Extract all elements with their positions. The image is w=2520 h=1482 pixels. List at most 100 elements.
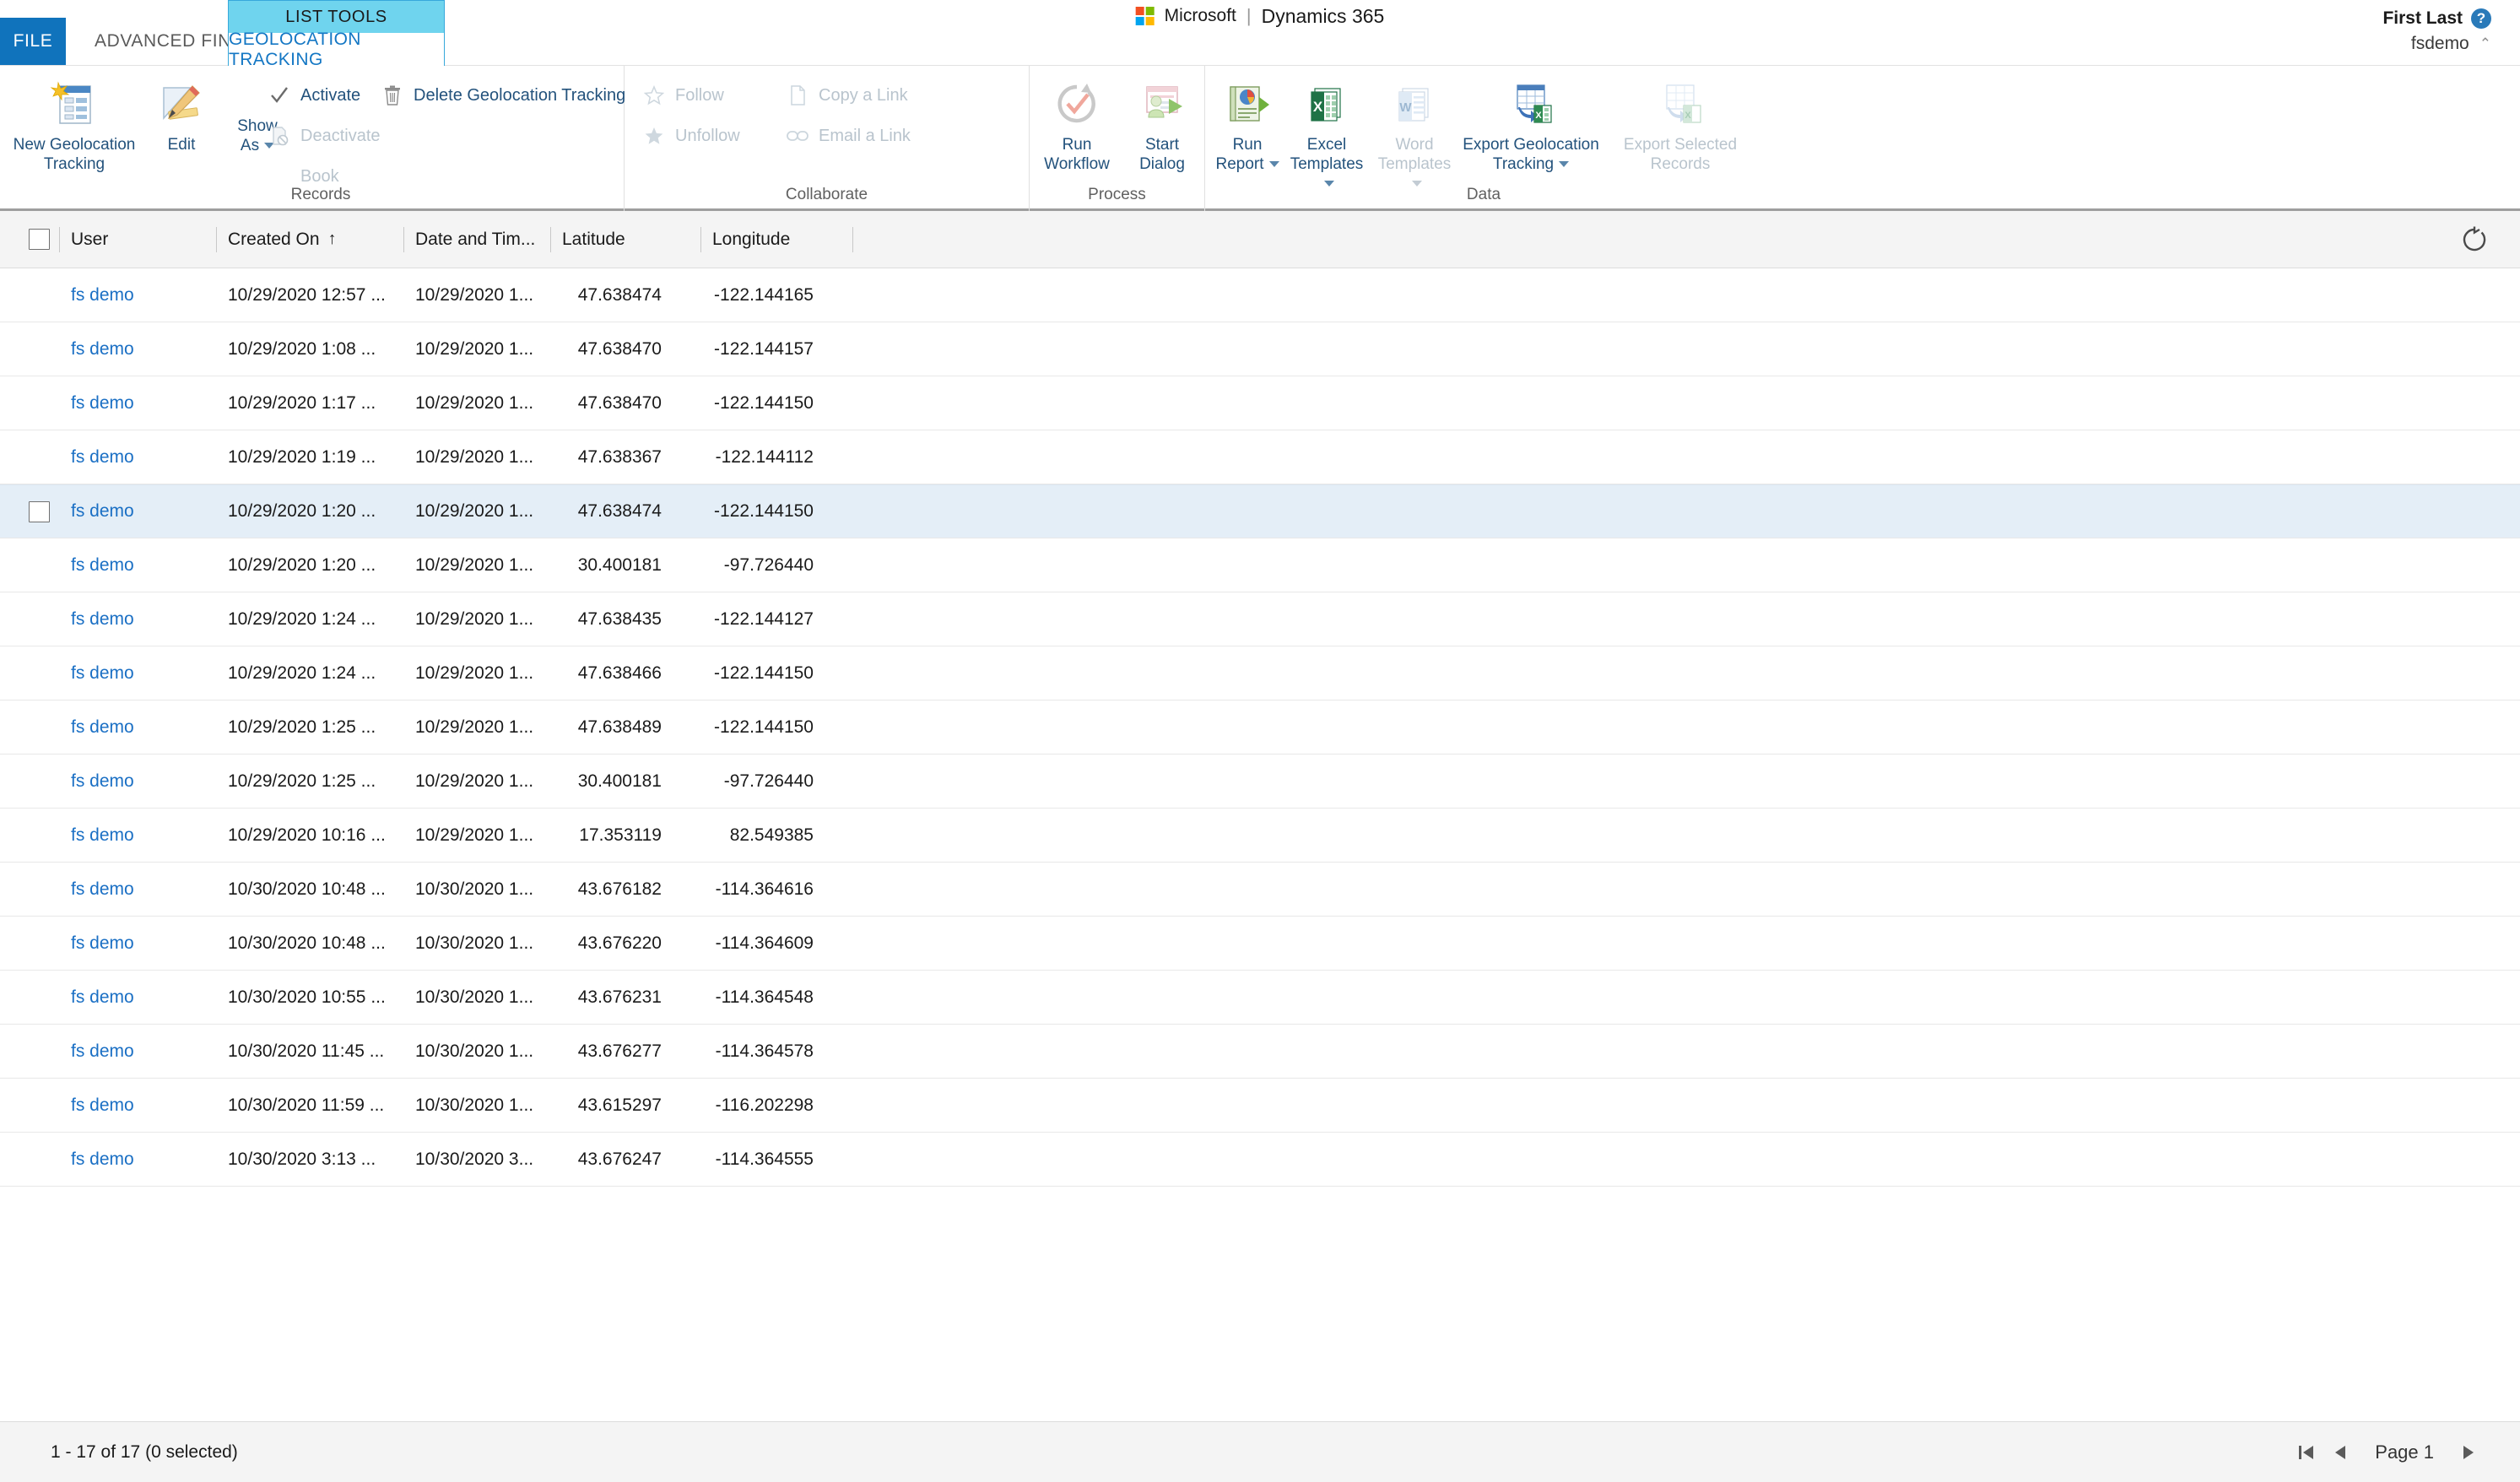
record-link[interactable]: fs demo	[71, 609, 134, 630]
trash-icon	[381, 84, 403, 106]
cell-user: fs demo	[59, 863, 216, 917]
cell-created-on: 10/29/2020 1:25 ...	[216, 755, 403, 809]
select-all-checkbox-box	[29, 229, 50, 250]
tab-file-label: FILE	[14, 31, 53, 51]
record-link[interactable]: fs demo	[71, 663, 134, 684]
record-link[interactable]: fs demo	[71, 555, 134, 576]
cell-date-and-time: 10/29/2020 1...	[403, 700, 550, 755]
new-geolocation-tracking-button[interactable]: New Geolocation Tracking	[8, 78, 140, 174]
cell-latitude: 43.676247	[550, 1133, 700, 1187]
excel-templates-button[interactable]: X Excel Templates	[1284, 78, 1369, 193]
table-row[interactable]: fs demo10/30/2020 3:13 ...10/30/2020 3..…	[0, 1133, 2520, 1187]
export-selected-records-icon: X	[1609, 78, 1752, 130]
table-row[interactable]: fs demo10/30/2020 10:48 ...10/30/2020 1.…	[0, 917, 2520, 971]
table-row[interactable]: fs demo10/29/2020 1:24 ...10/29/2020 1..…	[0, 646, 2520, 700]
column-header-longitude[interactable]: Longitude	[700, 211, 852, 268]
table-row[interactable]: fs demo10/29/2020 10:16 ...10/29/2020 1.…	[0, 809, 2520, 863]
record-link[interactable]: fs demo	[71, 285, 134, 306]
row-select-checkbox[interactable]	[19, 501, 59, 522]
table-row[interactable]: fs demo10/29/2020 1:17 ...10/29/2020 1..…	[0, 376, 2520, 430]
cell-created-on: 10/29/2020 1:08 ...	[216, 322, 403, 376]
run-report-label-2-text: Report	[1215, 155, 1263, 173]
record-link[interactable]: fs demo	[71, 1041, 134, 1062]
record-link[interactable]: fs demo	[71, 1149, 134, 1170]
help-icon[interactable]: ?	[2471, 8, 2491, 29]
table-row[interactable]: fs demo10/30/2020 10:48 ...10/30/2020 1.…	[0, 863, 2520, 917]
activate-button[interactable]: Activate	[268, 84, 360, 106]
next-page-button[interactable]	[2459, 1441, 2478, 1463]
record-link[interactable]: fs demo	[71, 447, 134, 468]
run-report-button[interactable]: Run Report	[1207, 78, 1288, 174]
follow-label: Follow	[675, 86, 724, 105]
user-org-row: fsdemo ⌃	[2382, 34, 2491, 54]
deactivate-button: Deactivate	[268, 125, 381, 147]
record-link[interactable]: fs demo	[71, 933, 134, 954]
book-label: Book	[300, 167, 339, 187]
cell-date-and-time: 10/29/2020 1...	[403, 430, 550, 484]
ribbon-group-process: Run Workflow Start Dialog Process	[1030, 66, 1205, 211]
check-icon	[268, 84, 290, 106]
email-a-link-label: Email a Link	[819, 127, 911, 146]
record-link[interactable]: fs demo	[71, 879, 134, 900]
cell-user: fs demo	[59, 484, 216, 538]
table-row[interactable]: fs demo10/29/2020 12:57 ...10/29/2020 1.…	[0, 268, 2520, 322]
user-org-label: fsdemo	[2411, 34, 2469, 54]
previous-page-button	[2331, 1441, 2350, 1463]
run-workflow-button[interactable]: Run Workflow	[1033, 78, 1121, 174]
table-row[interactable]: fs demo10/29/2020 1:24 ...10/29/2020 1..…	[0, 592, 2520, 646]
start-dialog-button[interactable]: Start Dialog	[1122, 78, 1202, 174]
top-bar: FILE ADVANCED FIND LIST TOOLS GEOLOCATIO…	[0, 0, 2520, 66]
cell-date-and-time: 10/29/2020 1...	[403, 592, 550, 646]
record-link[interactable]: fs demo	[71, 771, 134, 792]
column-header-latitude[interactable]: Latitude	[550, 211, 700, 268]
cell-created-on: 10/30/2020 3:13 ...	[216, 1133, 403, 1187]
table-row[interactable]: fs demo10/30/2020 11:45 ...10/30/2020 1.…	[0, 1025, 2520, 1079]
select-all-checkbox[interactable]	[19, 229, 59, 250]
column-header-created-on[interactable]: Created On ↑	[216, 211, 403, 268]
record-link[interactable]: fs demo	[71, 501, 134, 522]
table-row[interactable]: fs demo10/29/2020 1:25 ...10/29/2020 1..…	[0, 755, 2520, 809]
tab-file[interactable]: FILE	[0, 18, 66, 65]
record-link[interactable]: fs demo	[71, 825, 134, 846]
table-row[interactable]: fs demo10/29/2020 1:19 ...10/29/2020 1..…	[0, 430, 2520, 484]
cell-date-and-time: 10/29/2020 1...	[403, 538, 550, 592]
tab-geolocation-tracking[interactable]: GEOLOCATION TRACKING	[229, 33, 444, 66]
table-row[interactable]: fs demo10/30/2020 11:59 ...10/30/2020 1.…	[0, 1079, 2520, 1133]
edit-pencil-icon	[145, 78, 218, 130]
ribbon: New Geolocation Tracking Edit Show As	[0, 66, 2520, 211]
delete-geolocation-tracking-button[interactable]: Delete Geolocation Tracking	[381, 84, 625, 106]
home-chevron-icon[interactable]: ⌃	[2479, 35, 2491, 52]
svg-text:X: X	[1535, 111, 1542, 121]
edit-button[interactable]: Edit	[145, 78, 218, 154]
cell-latitude: 17.353119	[550, 809, 700, 863]
export-geolocation-chevron-down-icon[interactable]	[1559, 161, 1569, 167]
pagination: Page 1	[2296, 1441, 2478, 1463]
record-link[interactable]: fs demo	[71, 393, 134, 414]
record-link[interactable]: fs demo	[71, 1095, 134, 1116]
table-row[interactable]: fs demo10/29/2020 1:20 ...10/29/2020 1..…	[0, 538, 2520, 592]
record-link[interactable]: fs demo	[71, 987, 134, 1008]
excel-templates-label-1: Excel	[1284, 135, 1369, 154]
column-header-date-and-time[interactable]: Date and Tim...	[403, 211, 550, 268]
table-row[interactable]: fs demo10/29/2020 1:20 ...10/29/2020 1..…	[0, 484, 2520, 538]
record-link[interactable]: fs demo	[71, 717, 134, 738]
table-row[interactable]: fs demo10/30/2020 10:55 ...10/30/2020 1.…	[0, 971, 2520, 1025]
page-label: Page 1	[2363, 1441, 2446, 1463]
column-header-user[interactable]: User	[59, 211, 216, 268]
record-link[interactable]: fs demo	[71, 339, 134, 360]
export-geolocation-tracking-button[interactable]: X Export Geolocation Tracking	[1455, 78, 1607, 174]
table-row[interactable]: fs demo10/29/2020 1:08 ...10/29/2020 1..…	[0, 322, 2520, 376]
column-header-spacer	[852, 211, 2520, 268]
refresh-icon	[2460, 225, 2489, 254]
cell-longitude: -122.144150	[700, 484, 852, 538]
table-row[interactable]: fs demo10/29/2020 1:25 ...10/29/2020 1..…	[0, 700, 2520, 755]
deactivate-label: Deactivate	[300, 127, 381, 146]
cell-latitude: 47.638474	[550, 484, 700, 538]
cell-user: fs demo	[59, 1025, 216, 1079]
contextual-group-title: LIST TOOLS	[229, 1, 444, 33]
run-report-chevron-down-icon[interactable]	[1269, 161, 1279, 167]
cell-longitude: -122.144127	[700, 592, 852, 646]
cell-user: fs demo	[59, 430, 216, 484]
refresh-button[interactable]	[2447, 211, 2501, 268]
cell-user: fs demo	[59, 971, 216, 1025]
